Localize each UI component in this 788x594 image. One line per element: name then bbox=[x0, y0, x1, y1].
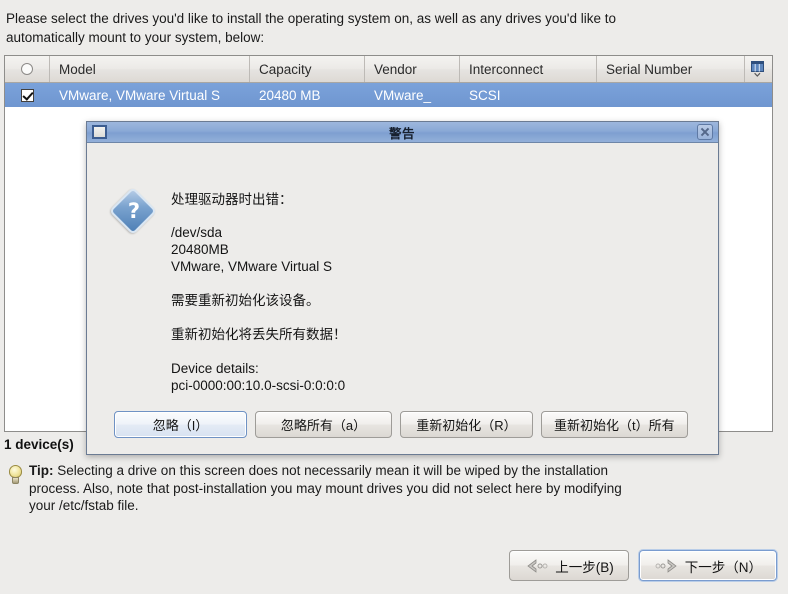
next-button[interactable]: 下一步（N） bbox=[638, 550, 777, 581]
chevron-right-icon bbox=[654, 558, 680, 573]
dialog-line: VMware, VMware Virtual S bbox=[171, 259, 333, 274]
drive-table-body: VMware, VMware Virtual S 20480 MB VMware… bbox=[5, 83, 772, 107]
close-icon[interactable] bbox=[697, 124, 713, 140]
dialog-body: ? 处理驱动器时出错： /dev/sda 20480MB VMware, VMw… bbox=[87, 143, 718, 454]
cell-capacity: 20480 MB bbox=[259, 87, 321, 103]
ignore-button[interactable]: 忽略（I） bbox=[114, 411, 247, 438]
column-header-model[interactable]: Model bbox=[50, 56, 250, 82]
column-header-select-all[interactable] bbox=[5, 56, 50, 82]
column-header-interconnect-label: Interconnect bbox=[469, 61, 544, 77]
lightbulb-icon bbox=[8, 465, 23, 487]
checkbox-checked-icon[interactable] bbox=[21, 88, 34, 102]
column-header-serial-number[interactable]: Serial Number bbox=[597, 56, 745, 82]
back-button[interactable]: 上一步(B) bbox=[509, 550, 629, 581]
cell-interconnect: SCSI bbox=[469, 87, 501, 103]
dialog-line: pci-0000:00:10.0-scsi-0:0:0:0 bbox=[171, 378, 346, 393]
column-header-vendor[interactable]: Vendor bbox=[365, 56, 460, 82]
column-header-model-label: Model bbox=[59, 61, 96, 77]
ignore-button-label: 忽略（I） bbox=[152, 418, 209, 433]
dialog-line: /dev/sda bbox=[171, 225, 223, 240]
ignore-all-button-label: 忽略所有（a） bbox=[280, 418, 367, 433]
device-count-label: 1 device(s) bbox=[4, 437, 74, 452]
page-instructions: Please select the drives you'd like to i… bbox=[6, 11, 616, 45]
dialog-line-blank bbox=[171, 208, 671, 224]
column-header-interconnect[interactable]: Interconnect bbox=[460, 56, 597, 82]
back-button-label: 上一步(B) bbox=[555, 559, 614, 575]
dialog-line: Device details: bbox=[171, 361, 259, 376]
cell-vendor: VMware_ bbox=[374, 87, 432, 103]
column-header-serial-number-label: Serial Number bbox=[606, 61, 693, 77]
column-header-capacity-label: Capacity bbox=[259, 61, 312, 77]
chevron-left-icon bbox=[524, 558, 550, 573]
row-checkbox-cell[interactable] bbox=[5, 88, 50, 102]
warning-dialog: 警告 ? 处理驱动器时出错： /dev/sda 20480MB VMware, … bbox=[86, 121, 719, 455]
dialog-titlebar[interactable]: 警告 bbox=[87, 122, 718, 143]
drive-table-header: Model Capacity Vendor Interconnect Seria… bbox=[5, 56, 772, 83]
tip-text: Tip: Selecting a drive on this screen do… bbox=[29, 462, 628, 515]
next-button-label: 下一步（N） bbox=[684, 559, 762, 575]
dialog-line-blank bbox=[171, 343, 671, 360]
dialog-message: 处理驱动器时出错： /dev/sda 20480MB VMware, VMwar… bbox=[171, 191, 671, 394]
ignore-all-button[interactable]: 忽略所有（a） bbox=[255, 411, 392, 438]
dialog-line-blank bbox=[171, 275, 671, 292]
reinitialize-all-button-label: 重新初始化（t）所有 bbox=[554, 418, 675, 433]
dialog-line-blank bbox=[171, 309, 671, 326]
dialog-button-bar: 忽略（I） 忽略所有（a） 重新初始化（R） 重新初始化（t）所有 bbox=[87, 411, 718, 438]
wizard-nav: 上一步(B) 下一步（N） bbox=[509, 550, 777, 581]
column-chooser-icon[interactable] bbox=[751, 61, 766, 77]
reinitialize-all-button[interactable]: 重新初始化（t）所有 bbox=[541, 411, 688, 438]
tip-label: Tip: bbox=[29, 463, 54, 478]
tip-body: Selecting a drive on this screen does no… bbox=[29, 463, 622, 513]
reinitialize-button-label: 重新初始化（R） bbox=[416, 418, 517, 433]
reinitialize-button[interactable]: 重新初始化（R） bbox=[400, 411, 533, 438]
window-menu-icon[interactable] bbox=[92, 125, 107, 139]
dialog-line: 重新初始化将丢失所有数据！ bbox=[171, 327, 347, 342]
column-header-vendor-label: Vendor bbox=[374, 61, 417, 77]
dialog-line: 需要重新初始化该设备。 bbox=[171, 293, 320, 308]
column-header-capacity[interactable]: Capacity bbox=[250, 56, 365, 82]
dialog-line: 处理驱动器时出错： bbox=[171, 192, 293, 207]
table-row[interactable]: VMware, VMware Virtual S 20480 MB VMware… bbox=[5, 83, 772, 107]
cell-model: VMware, VMware Virtual S bbox=[59, 87, 221, 103]
radio-unchecked-icon[interactable] bbox=[21, 63, 33, 75]
question-diamond-icon: ? bbox=[108, 186, 158, 236]
column-chooser-button[interactable] bbox=[745, 56, 772, 82]
dialog-title: 警告 bbox=[388, 126, 415, 141]
dialog-line: 20480MB bbox=[171, 242, 229, 257]
tip-block: Tip: Selecting a drive on this screen do… bbox=[8, 462, 628, 515]
